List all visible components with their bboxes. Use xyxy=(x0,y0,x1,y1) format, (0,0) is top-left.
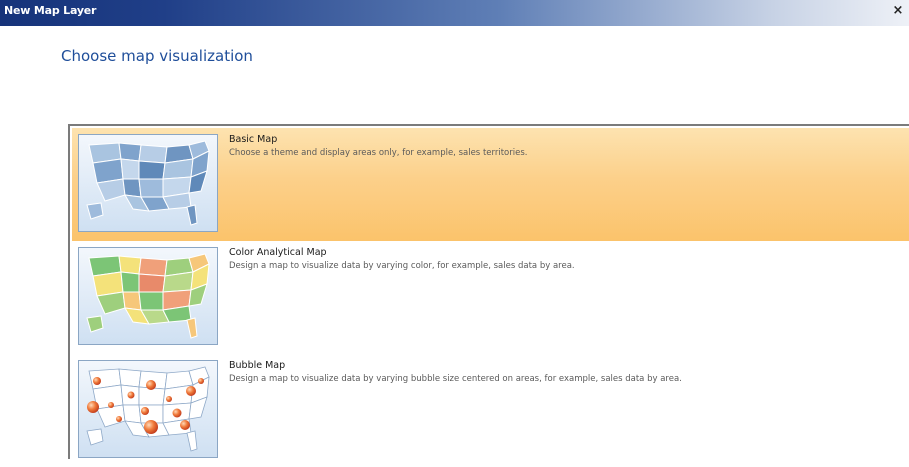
option-description: Choose a theme and display areas only, f… xyxy=(229,148,528,158)
basic-map-icon xyxy=(78,134,218,232)
option-title: Color Analytical Map xyxy=(229,247,327,258)
option-basic-map[interactable]: Basic Map Choose a theme and display are… xyxy=(72,128,909,241)
window-title: New Map Layer xyxy=(4,4,97,17)
page-title: Choose map visualization xyxy=(61,47,253,65)
color-analytical-map-icon xyxy=(78,247,218,345)
option-description: Design a map to visualize data by varyin… xyxy=(229,374,682,384)
option-title: Bubble Map xyxy=(229,360,286,371)
option-title: Basic Map xyxy=(229,134,278,145)
option-color-analytical-map[interactable]: Color Analytical Map Design a map to vis… xyxy=(72,241,909,354)
close-icon[interactable]: × xyxy=(890,3,906,19)
bubble-map-icon xyxy=(78,360,218,458)
option-description: Design a map to visualize data by varyin… xyxy=(229,261,575,271)
title-bar: New Map Layer × xyxy=(0,0,909,26)
option-bubble-map[interactable]: Bubble Map Design a map to visualize dat… xyxy=(72,354,909,467)
visualization-list: Basic Map Choose a theme and display are… xyxy=(68,124,909,459)
